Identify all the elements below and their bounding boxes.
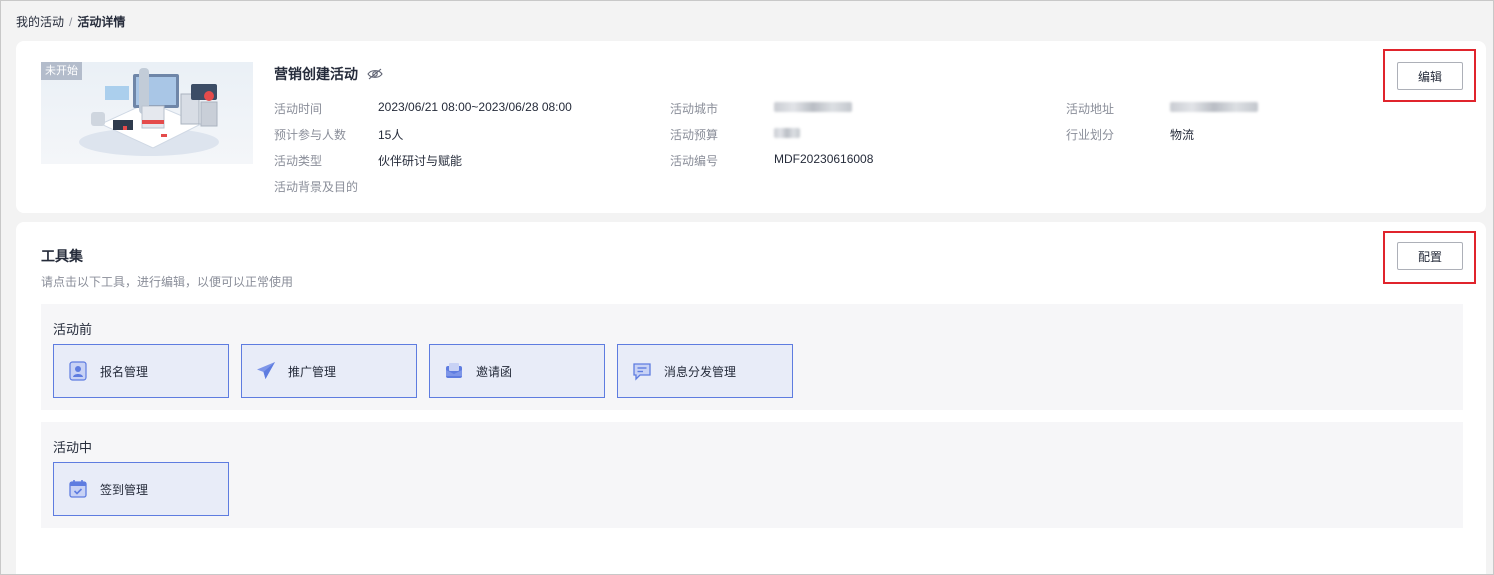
field-value: MDF20230616008 — [774, 152, 874, 166]
redacted-value — [1170, 102, 1258, 112]
field-attendees: 预计参与人数 15人 — [274, 126, 403, 143]
field-label: 活动预算 — [670, 128, 719, 142]
app-window: 我的活动 / 活动详情 未开始 营销创建活动 活动时间 2023/06/21 0… — [0, 0, 1494, 575]
breadcrumb-my-activities[interactable]: 我的活动 — [16, 13, 64, 30]
phase-before-section: 活动前 报名管理 推广管理 邀请函 消息分发管理 — [41, 304, 1463, 410]
redacted-value — [774, 102, 852, 112]
tool-label: 推广管理 — [288, 364, 337, 379]
activity-info-card: 未开始 营销创建活动 活动时间 2023/06/21 08:00~2023/06… — [16, 41, 1486, 213]
tool-checkin-management[interactable]: 签到管理 — [53, 462, 229, 516]
field-label: 预计参与人数 — [274, 128, 347, 142]
field-value: 物流 — [1170, 128, 1195, 142]
tool-message-distribution[interactable]: 消息分发管理 — [617, 344, 793, 398]
field-label: 活动城市 — [670, 102, 719, 116]
status-badge: 未开始 — [41, 62, 82, 80]
field-time: 活动时间 2023/06/21 08:00~2023/06/28 08:00 — [274, 100, 572, 117]
field-label: 活动类型 — [274, 154, 323, 168]
tool-label: 签到管理 — [100, 482, 149, 497]
field-label: 活动地址 — [1066, 102, 1115, 116]
paper-plane-icon — [256, 361, 276, 381]
tool-registration-management[interactable]: 报名管理 — [53, 344, 229, 398]
message-icon — [632, 361, 652, 381]
field-address: 活动地址 — [1066, 100, 1258, 117]
field-industry: 行业划分 物流 — [1066, 126, 1194, 143]
field-city: 活动城市 — [670, 100, 852, 117]
field-value: 2023/06/21 08:00~2023/06/28 08:00 — [378, 100, 572, 114]
field-label: 活动背景及目的 — [274, 180, 359, 194]
breadcrumb-separator: / — [69, 14, 73, 29]
toolset-subtitle: 请点击以下工具，进行编辑，以便可以正常使用 — [41, 275, 294, 289]
field-label: 活动时间 — [274, 102, 323, 116]
field-label: 活动编号 — [670, 154, 719, 168]
tool-label: 报名管理 — [100, 364, 149, 379]
tool-label: 消息分发管理 — [664, 364, 737, 379]
field-code: 活动编号 MDF20230616008 — [670, 152, 873, 169]
field-background: 活动背景及目的 — [274, 178, 378, 195]
breadcrumb: 我的活动 / 活动详情 — [16, 13, 125, 30]
field-value: 15人 — [378, 128, 404, 142]
breadcrumb-current: 活动详情 — [77, 15, 126, 29]
redacted-value — [774, 128, 800, 138]
activity-title-text: 营销创建活动 — [274, 66, 358, 82]
activity-cover-image: 未开始 — [41, 62, 253, 164]
edit-button[interactable]: 编辑 — [1397, 62, 1463, 90]
config-button[interactable]: 配置 — [1397, 242, 1463, 270]
tool-invitation[interactable]: 邀请函 — [429, 344, 605, 398]
toolset-card: 工具集 请点击以下工具，进行编辑，以便可以正常使用 配置 活动前 报名管理 推广… — [16, 222, 1486, 574]
tool-promotion-management[interactable]: 推广管理 — [241, 344, 417, 398]
toolset-title: 工具集 — [41, 248, 83, 264]
field-budget: 活动预算 — [670, 126, 800, 143]
phase-during-section: 活动中 签到管理 — [41, 422, 1463, 528]
activity-title: 营销创建活动 — [274, 64, 383, 84]
field-type: 活动类型 伙伴研讨与赋能 — [274, 152, 462, 169]
tool-label: 邀请函 — [476, 364, 513, 379]
field-label: 行业划分 — [1066, 128, 1115, 142]
invitation-envelope-icon — [444, 361, 464, 381]
contact-card-icon — [68, 361, 88, 381]
field-value: 伙伴研讨与赋能 — [378, 154, 463, 168]
eye-hidden-icon[interactable] — [367, 68, 383, 80]
calendar-check-icon — [68, 479, 88, 499]
phase-title: 活动前 — [53, 322, 93, 337]
phase-title: 活动中 — [53, 440, 93, 455]
